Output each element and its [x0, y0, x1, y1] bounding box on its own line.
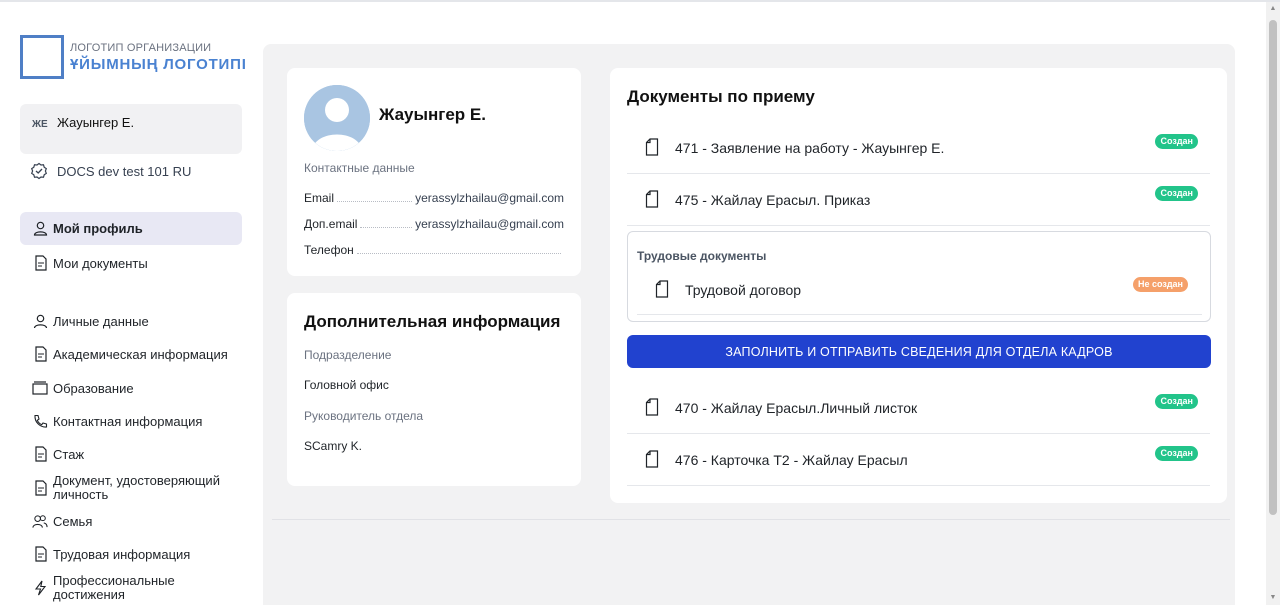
document-icon — [32, 545, 48, 563]
scroll-up-icon[interactable]: ▲ — [1269, 5, 1277, 13]
user-name: Жауынгер Е. — [57, 115, 135, 130]
document-row[interactable]: 475 - Жайлау Ерасыл. Приказ Создан — [627, 174, 1210, 226]
contact-value[interactable]: yerassylzhailau@gmail.com — [415, 217, 564, 231]
document-icon — [32, 445, 48, 463]
document-icon — [32, 479, 48, 497]
sidebar-item-label: Образование — [53, 380, 134, 396]
sidebar-item-contact-info[interactable]: Контактная информация — [20, 412, 242, 430]
sidebar-item-personal-data[interactable]: Личные данные — [20, 312, 242, 330]
sidebar-item-family[interactable]: Семья — [20, 512, 242, 530]
dotted-leader — [356, 253, 561, 254]
logo-line2: ҰЙЫМНЫҢ ЛОГОТИПІ — [70, 55, 247, 73]
contact-title: Контактные данные — [304, 161, 415, 175]
document-row[interactable]: 471 - Заявление на работу - Жауынгер Е. … — [627, 122, 1210, 174]
additional-info-card: Дополнительная информация Подразделение … — [287, 293, 581, 486]
head-label: Руководитель отдела — [304, 409, 424, 423]
file-icon — [645, 398, 659, 416]
additional-info-title: Дополнительная информация — [304, 312, 561, 331]
sidebar-item-label: Семья — [53, 513, 93, 529]
contact-row-phone: Телефон — [304, 243, 564, 257]
department-value: Головной офис — [304, 378, 389, 392]
status-badge: Не создан — [1132, 277, 1188, 292]
logo-icon — [20, 35, 64, 79]
sidebar-item-label: Академическая информация — [53, 346, 228, 362]
document-row[interactable]: 476 - Карточка Т2 - Жайлау Ерасыл Создан — [627, 434, 1210, 486]
contact-label: Доп.email — [304, 217, 358, 231]
organization-label: DOCS dev test 101 RU — [57, 163, 192, 179]
scroll-thumb[interactable] — [1269, 20, 1277, 515]
document-icon — [32, 254, 48, 272]
document-title: 475 - Жайлау Ерасыл. Приказ — [675, 192, 871, 208]
phone-icon — [32, 412, 48, 430]
submit-hr-button[interactable]: ЗАПОЛНИТЬ И ОТПРАВИТЬ СВЕДЕНИЯ ДЛЯ ОТДЕЛ… — [627, 335, 1211, 368]
contact-value[interactable]: yerassylzhailau@gmail.com — [415, 191, 564, 205]
status-badge: Создан — [1155, 134, 1198, 149]
avatar — [304, 85, 370, 151]
logo-line1: ЛОГОТИП ОРГАНИЗАЦИИ — [70, 41, 212, 54]
document-title: 470 - Жайлау Ерасыл.Личный листок — [675, 400, 918, 416]
user-icon — [32, 220, 48, 238]
sidebar-item-education[interactable]: Образование — [20, 379, 242, 397]
dotted-leader — [337, 201, 413, 202]
labor-documents-title: Трудовые документы — [637, 249, 767, 263]
contact-label: Email — [304, 191, 335, 205]
sidebar-item-academic-info[interactable]: Академическая информация — [20, 345, 242, 363]
contact-label: Телефон — [304, 243, 354, 257]
sidebar-item-experience[interactable]: Стаж — [20, 445, 242, 463]
organization-logo[interactable]: ЛОГОТИП ОРГАНИЗАЦИИ ҰЙЫМНЫҢ ЛОГОТИПІ — [20, 35, 247, 79]
document-title: 476 - Карточка Т2 - Жайлау Ерасыл — [675, 452, 908, 468]
sidebar-item-label: Стаж — [53, 446, 85, 462]
scroll-down-icon[interactable]: ▼ — [1269, 594, 1277, 602]
sidebar-item-label: Личные данные — [53, 313, 149, 329]
status-badge: Создан — [1155, 394, 1198, 409]
sidebar-item-identity-document[interactable]: Документ, удостоверяющий личность — [20, 474, 242, 502]
sidebar-item-my-documents[interactable]: Мои документы — [20, 254, 242, 272]
sidebar-item-label: Мои документы — [53, 255, 148, 271]
sidebar-item-label: Документ, удостоверяющий личность — [53, 473, 220, 502]
document-title: Трудовой договор — [685, 282, 802, 298]
document-icon — [32, 345, 48, 363]
sidebar-item-professional-achievements[interactable]: Профессиональные достижения — [20, 574, 242, 602]
head-value: SCamry K. — [304, 439, 363, 453]
file-icon — [645, 190, 659, 208]
file-icon — [645, 138, 659, 156]
contact-row-email: Email yerassylzhailau@gmail.com — [304, 191, 564, 205]
profile-card: Жауынгер Е. Контактные данные Email yera… — [287, 68, 581, 276]
document-title: 471 - Заявление на работу - Жауынгер Е. — [675, 140, 945, 156]
lightning-icon — [32, 579, 48, 597]
avatar-placeholder-icon — [304, 85, 370, 151]
status-badge: Создан — [1155, 186, 1198, 201]
folder-icon — [32, 379, 48, 397]
department-label: Подразделение — [304, 348, 392, 362]
dotted-leader — [360, 227, 413, 228]
documents-card: Документы по приему 471 - Заявление на р… — [610, 68, 1227, 503]
users-icon — [32, 512, 48, 530]
organization-selector[interactable]: DOCS dev test 101 RU — [30, 162, 191, 180]
scrollbar[interactable]: ▲ ▼ — [1266, 2, 1280, 605]
sidebar-item-label: Мой профиль — [53, 221, 143, 236]
profile-name: Жауынгер Е. — [379, 105, 486, 124]
gear-badge-icon — [30, 162, 48, 180]
sidebar-item-label: Трудовая информация — [53, 546, 191, 562]
avatar-initials: ЖЕ — [32, 119, 48, 130]
user-card[interactable]: ЖЕ Жауынгер Е. — [20, 104, 242, 154]
document-row[interactable]: 470 - Жайлау Ерасыл.Личный листок Создан — [627, 382, 1210, 434]
sidebar-item-label: Контактная информация — [53, 413, 203, 429]
sidebar-item-label: Профессиональные достижения — [53, 573, 175, 602]
labor-documents-group: Трудовые документы Трудовой договор Не с… — [627, 231, 1211, 322]
user-icon — [32, 312, 48, 330]
file-icon — [655, 280, 669, 298]
main-divider — [272, 519, 1230, 520]
document-row[interactable]: Трудовой договор Не создан — [637, 269, 1202, 315]
status-badge: Создан — [1155, 446, 1198, 461]
sidebar: ЛОГОТИП ОРГАНИЗАЦИИ ҰЙЫМНЫҢ ЛОГОТИПІ ЖЕ … — [0, 2, 262, 605]
sidebar-item-labor-info[interactable]: Трудовая информация — [20, 545, 242, 563]
file-icon — [645, 450, 659, 468]
sidebar-item-my-profile[interactable]: Мой профиль — [20, 212, 242, 245]
documents-title: Документы по приему — [627, 87, 815, 106]
contact-row-extra-email: Доп.email yerassylzhailau@gmail.com — [304, 217, 564, 231]
